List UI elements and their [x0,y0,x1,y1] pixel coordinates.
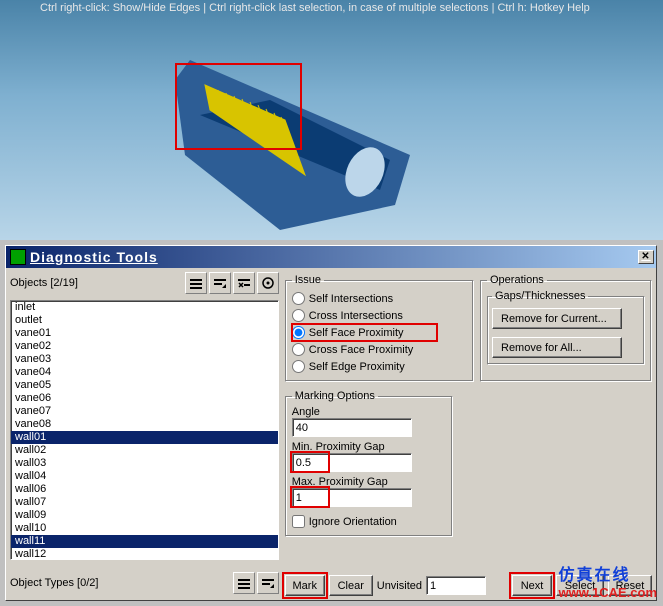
ignore-orientation-check[interactable]: Ignore Orientation [292,513,446,530]
list-item[interactable]: wall12 [11,548,278,560]
list-item[interactable]: wall01 [11,431,278,444]
list-item[interactable]: wall09 [11,509,278,522]
objects-label: Objects [2/19] [10,277,78,289]
list-item[interactable]: wall07 [11,496,278,509]
gaps-group: Gaps/Thicknesses Remove for Current... R… [487,290,645,365]
types-tool-2[interactable] [257,572,279,594]
list-item[interactable]: wall10 [11,522,278,535]
radio-self-intersections[interactable]: Self Intersections [292,290,467,307]
objects-listbox[interactable]: inletoutletvane01vane02vane03vane04vane0… [10,300,279,560]
list-item[interactable]: inlet [11,301,278,314]
list-item[interactable]: vane01 [11,327,278,340]
remove-all-button[interactable]: Remove for All... [492,337,622,358]
viewport-hint: Ctrl right-click: Show/Hide Edges | Ctrl… [40,2,590,14]
gaps-legend: Gaps/Thicknesses [492,290,588,302]
list-item[interactable]: vane07 [11,405,278,418]
list-item[interactable]: outlet [11,314,278,327]
list-item[interactable]: vane05 [11,379,278,392]
list-tool-1[interactable] [185,272,207,294]
dialog-titlebar[interactable]: Diagnostic Tools ✕ [6,246,656,268]
list-item[interactable]: vane04 [11,366,278,379]
remove-current-button[interactable]: Remove for Current... [492,308,622,329]
list-tool-4[interactable] [257,272,279,294]
list-item[interactable]: vane08 [11,418,278,431]
angle-input[interactable] [292,418,412,437]
select-button[interactable]: Select [556,575,604,596]
list-item[interactable]: wall06 [11,483,278,496]
app-icon [10,249,26,265]
issue-group: Issue Self Intersections Cross Intersect… [285,274,474,382]
list-item[interactable]: wall03 [11,457,278,470]
unvisited-label: Unvisited [377,580,422,592]
unvisited-input[interactable] [426,576,486,595]
issue-legend: Issue [292,274,324,286]
dialog-title: Diagnostic Tools [30,249,158,265]
close-button[interactable]: ✕ [638,250,654,264]
viewport-3d[interactable]: Ctrl right-click: Show/Hide Edges | Ctrl… [0,0,663,240]
list-item[interactable]: wall11 [11,535,278,548]
list-item[interactable]: vane03 [11,353,278,366]
list-item[interactable]: wall04 [11,470,278,483]
clear-button[interactable]: Clear [329,575,373,596]
radio-cross-intersections[interactable]: Cross Intersections [292,307,467,324]
types-tool-1[interactable] [233,572,255,594]
list-item[interactable]: vane02 [11,340,278,353]
marking-legend: Marking Options [292,390,378,402]
list-item[interactable]: wall02 [11,444,278,457]
highlight-rect-viewport [175,63,302,150]
diagnostic-tools-dialog: Diagnostic Tools ✕ Objects [2/19] inleto… [5,245,657,601]
radio-cross-face-proximity[interactable]: Cross Face Proximity [292,341,467,358]
reset-button[interactable]: Reset [608,575,652,596]
radio-self-edge-proximity[interactable]: Self Edge Proximity [292,358,467,375]
list-tool-3[interactable] [233,272,255,294]
marking-options-group: Marking Options Angle Min. Proximity Gap… [285,390,453,537]
object-types-label: Object Types [0/2] [10,577,98,589]
operations-legend: Operations [487,274,547,286]
list-tool-2[interactable] [209,272,231,294]
list-item[interactable]: vane06 [11,392,278,405]
angle-label: Angle [292,406,446,418]
radio-self-face-proximity[interactable]: Self Face Proximity [292,324,437,341]
operations-group: Operations Gaps/Thicknesses Remove for C… [480,274,652,382]
